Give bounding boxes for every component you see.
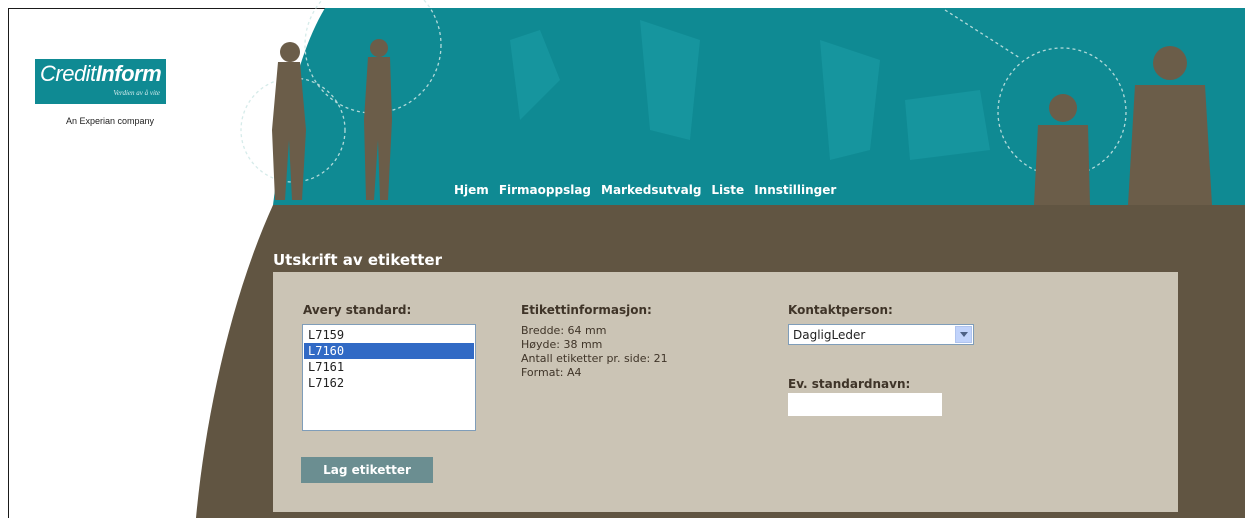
nav-liste[interactable]: Liste — [711, 183, 744, 197]
chevron-down-icon[interactable] — [955, 326, 972, 343]
info-hoyde: Høyde: 38 mm — [521, 338, 603, 351]
info-bredde: Bredde: 64 mm — [521, 324, 607, 337]
teal-banner — [273, 8, 1245, 205]
main-nav: Hjem Firmaoppslag Markedsutvalg Liste In… — [454, 183, 836, 197]
creditinform-logo[interactable]: CreditInform Verdien av å vite — [35, 59, 166, 104]
kontaktperson-select[interactable]: DagligLeder — [788, 324, 974, 345]
kontaktperson-label: Kontaktperson: — [788, 303, 893, 317]
logo-name-light: Credit — [40, 61, 96, 86]
standardnavn-input[interactable] — [788, 393, 942, 416]
nav-hjem[interactable]: Hjem — [454, 183, 489, 197]
etikettinformasjon-label: Etikettinformasjon: — [521, 303, 652, 317]
standardnavn-label: Ev. standardnavn: — [788, 377, 911, 391]
avery-option-l7159[interactable]: L7159 — [304, 327, 474, 343]
logo-name-bold: Inform — [95, 61, 162, 86]
avery-option-l7161[interactable]: L7161 — [304, 359, 474, 375]
avery-standard-label: Avery standard: — [303, 303, 412, 317]
nav-innstillinger[interactable]: Innstillinger — [754, 183, 836, 197]
nav-firmaoppslag[interactable]: Firmaoppslag — [499, 183, 591, 197]
avery-option-l7160[interactable]: L7160 — [304, 343, 474, 359]
lag-etiketter-button[interactable]: Lag etiketter — [301, 457, 433, 483]
label-info-block: Bredde: 64 mm Høyde: 38 mm Antall etiket… — [521, 324, 668, 380]
logo-wordmark: CreditInform — [40, 61, 162, 87]
nav-markedsutvalg[interactable]: Markedsutvalg — [601, 183, 701, 197]
info-format: Format: A4 — [521, 366, 582, 379]
experian-subtitle: An Experian company — [66, 116, 155, 126]
logo-tagline: Verdien av å vite — [113, 89, 160, 97]
kontaktperson-value: DagligLeder — [793, 328, 866, 342]
page-title: Utskrift av etiketter — [273, 251, 442, 269]
avery-standard-listbox[interactable]: L7159 L7160 L7161 L7162 — [302, 324, 476, 431]
info-antall: Antall etiketter pr. side: 21 — [521, 352, 668, 365]
avery-option-l7162[interactable]: L7162 — [304, 375, 474, 391]
